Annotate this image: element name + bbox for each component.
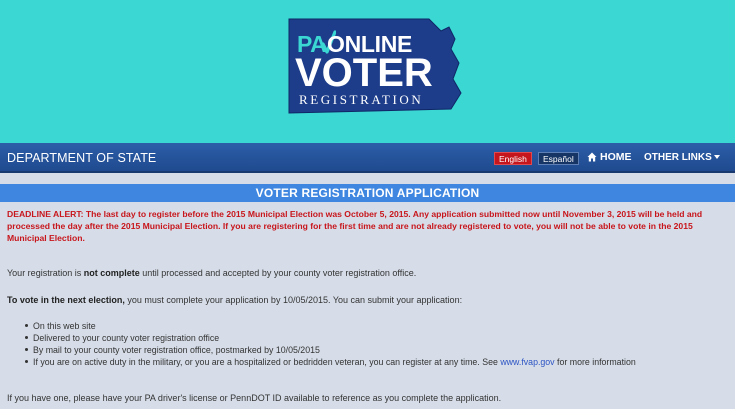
top-navbar: DEPARTMENT OF STATE English Español HOME… <box>0 143 735 173</box>
list-item: Delivered to your county voter registrat… <box>25 332 636 344</box>
registration-status-text: Your registration is not complete until … <box>7 267 729 279</box>
p1-post: until processed and accepted by your cou… <box>139 268 417 278</box>
pa-online-voter-registration-logo[interactable]: PA ONLINE VOTER REGISTRATION <box>279 13 463 120</box>
logo-registration-text: REGISTRATION <box>299 92 424 107</box>
home-link[interactable]: HOME <box>587 151 632 163</box>
id-reminder-text: If you have one, please have your PA dri… <box>7 393 502 403</box>
english-button[interactable]: English <box>494 152 532 165</box>
other-links-dropdown[interactable]: OTHER LINKS <box>644 152 720 163</box>
p1-bold: not complete <box>83 268 140 278</box>
list-item: By mail to your county voter registratio… <box>25 344 636 356</box>
espanol-button[interactable]: Español <box>538 152 579 165</box>
military-text-end: for more information <box>554 357 636 367</box>
deadline-alert: DEADLINE ALERT: The last day to register… <box>7 209 703 243</box>
logo-voter-text: VOTER <box>295 51 433 95</box>
list-item: If you are on active duty in the militar… <box>25 356 636 368</box>
p2-bold: To vote in the next election, <box>7 295 125 305</box>
logo-text: PA ONLINE VOTER REGISTRATION <box>279 13 463 120</box>
submission-methods-list: On this web site Delivered to your count… <box>25 320 636 368</box>
section-title: VOTER REGISTRATION APPLICATION <box>0 184 735 202</box>
header-banner: PA ONLINE VOTER REGISTRATION <box>0 0 735 143</box>
home-label: HOME <box>600 151 632 163</box>
chevron-down-icon <box>713 155 720 159</box>
other-links-label: OTHER LINKS <box>644 152 712 163</box>
fvap-link[interactable]: www.fvap.gov <box>500 357 554 367</box>
p1-pre: Your registration is <box>7 268 84 278</box>
department-title[interactable]: DEPARTMENT OF STATE <box>7 151 156 165</box>
home-icon <box>587 152 597 162</box>
p2-post: you must complete your application by 10… <box>124 295 463 305</box>
military-text: If you are on active duty in the militar… <box>33 357 501 367</box>
next-election-text: To vote in the next election, you must c… <box>7 294 729 306</box>
list-item: On this web site <box>25 320 636 332</box>
